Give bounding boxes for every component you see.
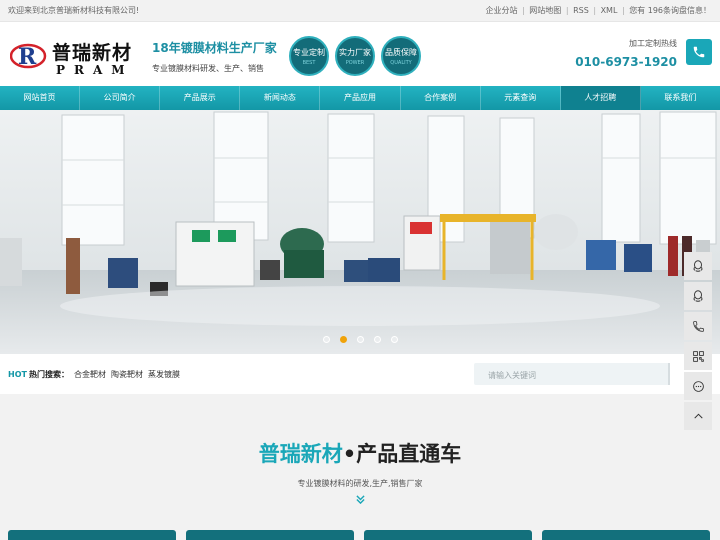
hot-label: HOT	[8, 369, 27, 379]
product-card[interactable]	[186, 530, 354, 540]
top-bar: 欢迎来到北京普瑞新材科技有限公司! 企业分站 | 网站地图 | RSS | XM…	[0, 0, 720, 22]
slogan-sub: 专业镀膜材料研发、生产、销售	[152, 64, 264, 73]
hot-keyword[interactable]: 陶瓷靶材	[111, 369, 143, 380]
logo-chinese: 普瑞新材	[52, 42, 133, 64]
phone-icon[interactable]	[684, 312, 712, 340]
product-card[interactable]	[8, 530, 176, 540]
slide-dot[interactable]	[390, 336, 398, 343]
logo-english: PRAM	[56, 63, 134, 77]
page: 欢迎来到北京普瑞新材科技有限公司! 企业分站 | 网站地图 | RSS | XM…	[0, 0, 720, 540]
search-divider	[668, 363, 670, 385]
nav-news[interactable]: 新闻动态	[240, 86, 321, 110]
logo-mark-icon: R	[10, 43, 47, 70]
section-title: 普瑞新材•产品直通车	[0, 438, 720, 468]
link-rss[interactable]: RSS	[573, 6, 589, 15]
nav-cases[interactable]: 合作案例	[401, 86, 481, 110]
qq-icon[interactable]	[684, 252, 712, 280]
slide-dot[interactable]	[373, 336, 381, 343]
section-title-accent: 普瑞新材	[258, 442, 343, 466]
floating-sidebar	[684, 252, 712, 430]
arrow-down-icon	[356, 495, 365, 504]
product-cards	[8, 530, 710, 540]
badge-sub: BEST	[302, 59, 316, 66]
section-title-main: 产品直通车	[356, 442, 462, 466]
qrcode-icon[interactable]	[684, 342, 712, 370]
section-subtitle: 专业镀膜材料的研发,生产,销售厂家	[297, 479, 423, 488]
link-xml[interactable]: XML	[601, 6, 618, 15]
hot-search-label: 热门搜索：	[28, 369, 69, 379]
badge-label: 实力厂家	[339, 47, 371, 57]
badge-sub: QUALITY	[390, 59, 412, 66]
search-box	[474, 363, 670, 387]
slogan: 18年镀膜材料生产厂家 专业镀膜材料研发、生产、销售	[152, 39, 277, 74]
welcome-text: 欢迎来到北京普瑞新材科技有限公司!	[8, 6, 140, 15]
header: R 普瑞新材 PRAM 18年镀膜材料生产厂家 专业镀膜材料研发、生产、销售 专…	[0, 22, 720, 86]
nav-about[interactable]: 公司简介	[80, 86, 161, 110]
top-links: 企业分站 | 网站地图 | RSS | XML | 您有 196条询盘信息！	[485, 6, 712, 15]
chat-icon[interactable]	[684, 372, 712, 400]
slide-dots	[0, 336, 720, 343]
factory-image	[0, 110, 720, 354]
hotline-label: 加工定制热线	[629, 39, 677, 48]
hot-keyword[interactable]: 合金靶材	[74, 369, 106, 380]
logo[interactable]: R 普瑞新材 PRAM	[10, 38, 146, 78]
feature-badges: 专业定制 BEST 实力厂家 POWER 品质保障 QUALITY	[289, 36, 421, 76]
hotline: 加工定制热线 010-6973-1920	[575, 38, 677, 69]
back-to-top-icon[interactable]	[684, 402, 712, 430]
nav-jobs[interactable]: 人才招聘	[560, 86, 641, 110]
phone-icon	[686, 39, 712, 65]
svg-text:R: R	[18, 44, 37, 70]
badge-power: 实力厂家 POWER	[335, 36, 375, 76]
main-nav: 网站首页 公司简介 产品展示 新闻动态 产品应用 合作案例 元素查询 人才招聘 …	[0, 86, 720, 110]
nav-contact[interactable]: 联系我们	[641, 86, 720, 110]
nav-applications[interactable]: 产品应用	[320, 86, 401, 110]
search-input[interactable]	[474, 364, 670, 387]
nav-home[interactable]: 网站首页	[0, 86, 81, 110]
badge-sub: POWER	[345, 59, 365, 66]
hotline-number[interactable]: 010-6973-1920	[575, 55, 677, 69]
nav-elements[interactable]: 元素查询	[481, 86, 561, 110]
badge-custom: 专业定制 BEST	[289, 36, 329, 76]
slide-dot[interactable]	[322, 336, 330, 343]
product-card[interactable]	[542, 530, 710, 540]
hot-search-bar: HOT 热门搜索： 合金靶材 陶瓷靶材 蒸发镀膜	[0, 360, 720, 388]
qq-icon[interactable]	[684, 282, 712, 310]
hero-banner[interactable]	[0, 110, 720, 354]
products-section: 普瑞新材•产品直通车 专业镀膜材料的研发,生产,销售厂家	[0, 394, 720, 540]
product-card[interactable]	[364, 530, 532, 540]
section-title-dot: •	[342, 442, 357, 466]
link-substations[interactable]: 企业分站	[486, 6, 518, 15]
badge-quality: 品质保障 QUALITY	[381, 36, 421, 76]
link-inquiries[interactable]: 您有 196条询盘信息！	[629, 6, 711, 15]
nav-products[interactable]: 产品展示	[160, 86, 241, 110]
badge-label: 品质保障	[385, 47, 417, 57]
slide-dot[interactable]	[356, 336, 364, 343]
slogan-main: 18年镀膜材料生产厂家	[152, 41, 277, 55]
badge-label: 专业定制	[293, 47, 325, 57]
slide-dot-active[interactable]	[339, 336, 347, 343]
hot-keyword[interactable]: 蒸发镀膜	[148, 369, 180, 380]
link-sitemap[interactable]: 网站地图	[529, 6, 561, 15]
